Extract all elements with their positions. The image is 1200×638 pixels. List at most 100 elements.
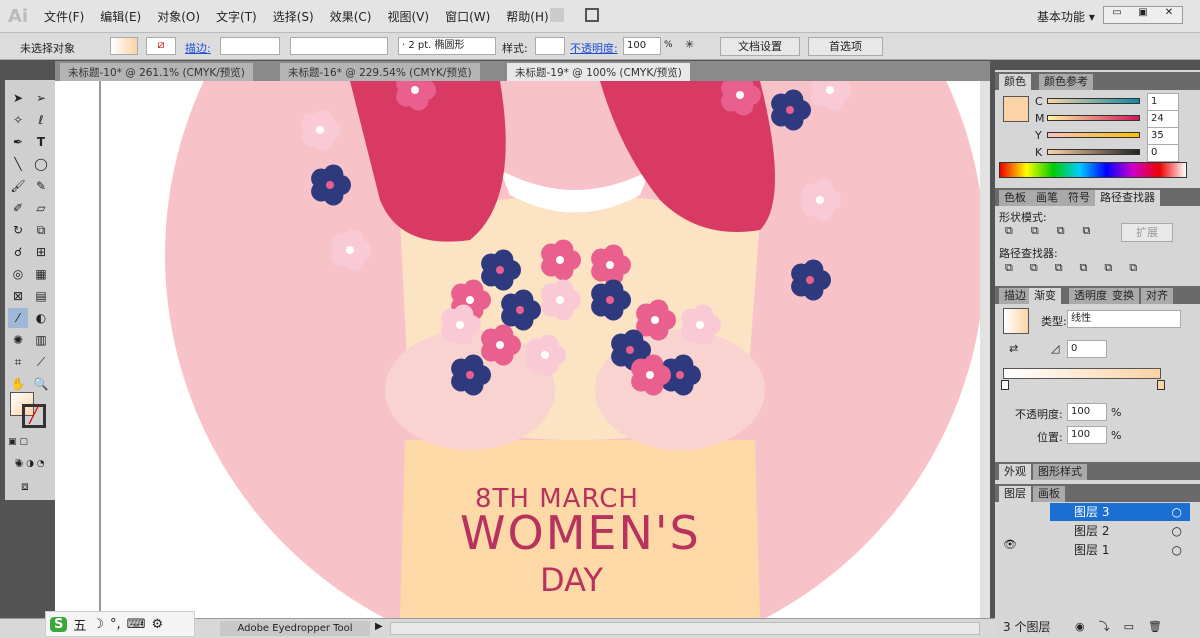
- variable-width-select[interactable]: [290, 37, 388, 55]
- layer-action-icons[interactable]: ◉⤵▭🗑: [1075, 618, 1176, 634]
- menu-view[interactable]: 视图(V): [387, 8, 429, 25]
- style-select[interactable]: [535, 37, 565, 55]
- tab-transform[interactable]: 变换: [1107, 288, 1139, 304]
- layer-row[interactable]: 图层 1 ○: [1050, 541, 1190, 559]
- reverse-gradient-icon[interactable]: ⇄: [1009, 342, 1018, 355]
- menu-edit[interactable]: 编辑(E): [100, 8, 141, 25]
- tab-pathfinder[interactable]: 路径查找器: [1095, 190, 1160, 206]
- eyedropper-tool-icon[interactable]: ⁄: [8, 308, 28, 328]
- bridge-icon[interactable]: [550, 8, 564, 22]
- menu-select[interactable]: 选择(S): [273, 8, 314, 25]
- symbol-sprayer-icon[interactable]: ✺: [8, 330, 28, 350]
- screen-mode-icon[interactable]: ⧈: [15, 476, 35, 496]
- stroke-weight-field[interactable]: [220, 37, 280, 55]
- brush-select[interactable]: · 2 pt. 椭圆形: [398, 37, 496, 55]
- zoom-tool-icon[interactable]: 🔍: [31, 374, 51, 394]
- free-transform-icon[interactable]: ⊞: [31, 242, 51, 262]
- recolor-icon[interactable]: ✳: [685, 38, 694, 51]
- warp-tool-icon[interactable]: ☌: [8, 242, 28, 262]
- direct-selection-tool-icon[interactable]: ➢: [31, 88, 51, 108]
- gradient-tool-icon[interactable]: ▤: [31, 286, 51, 306]
- sogou-icon[interactable]: S: [50, 616, 68, 632]
- tab-appearance[interactable]: 外观: [999, 464, 1031, 480]
- tab-graphic-styles[interactable]: 图形样式: [1033, 464, 1087, 480]
- stroke-swatch[interactable]: ⧄: [146, 37, 176, 55]
- blob-brush-icon[interactable]: ✐: [8, 198, 28, 218]
- tab-layers[interactable]: 图层: [999, 486, 1031, 502]
- target-icon[interactable]: ○: [1172, 522, 1182, 540]
- gradient-slider[interactable]: [1003, 368, 1161, 379]
- rotate-tool-icon[interactable]: ↻: [8, 220, 28, 240]
- menu-object[interactable]: 对象(O): [157, 8, 200, 25]
- gradient-type-select[interactable]: 线性: [1067, 310, 1181, 328]
- tab-color-guide[interactable]: 颜色参考: [1039, 74, 1093, 90]
- layer-row[interactable]: 图层 2 ○: [1050, 522, 1190, 540]
- tab-document-16[interactable]: 未标题-16* @ 229.54% (CMYK/预览): [280, 63, 480, 81]
- m-value[interactable]: 24: [1147, 110, 1179, 128]
- perspective-grid-icon[interactable]: ▦: [31, 264, 51, 284]
- tab-align[interactable]: 对齐: [1141, 288, 1173, 304]
- blend-tool-icon[interactable]: ◐: [31, 308, 51, 328]
- k-slider[interactable]: [1047, 149, 1140, 155]
- minimize-button[interactable]: ▭: [1104, 7, 1130, 23]
- wrench-icon[interactable]: ⚙: [151, 617, 163, 632]
- color-mode-icon[interactable]: ▣ ▢ ⧄: [8, 432, 28, 467]
- tab-artboards[interactable]: 画板: [1033, 486, 1065, 502]
- opacity-label[interactable]: 不透明度:: [570, 40, 618, 56]
- ime-mode[interactable]: 五: [73, 615, 86, 634]
- ellipse-tool-icon[interactable]: ◯: [31, 154, 51, 174]
- stroke-label[interactable]: 描边:: [185, 40, 211, 56]
- slice-tool-icon[interactable]: ⟋: [31, 352, 51, 372]
- pencil-tool-icon[interactable]: ✎: [31, 176, 51, 196]
- horizontal-scrollbar[interactable]: [390, 622, 980, 635]
- preferences-button[interactable]: 首选项: [808, 37, 883, 56]
- tab-document-10[interactable]: 未标题-10* @ 261.1% (CMYK/预览): [60, 63, 253, 81]
- m-slider[interactable]: [1047, 115, 1140, 121]
- target-icon[interactable]: ○: [1172, 541, 1182, 559]
- layer-row[interactable]: 图层 3 ○: [1050, 503, 1190, 521]
- gradient-stop-end[interactable]: [1157, 380, 1165, 390]
- visibility-eye-icon[interactable]: 👁: [1003, 538, 1017, 551]
- menu-window[interactable]: 窗口(W): [445, 8, 490, 25]
- menu-effect[interactable]: 效果(C): [330, 8, 372, 25]
- expand-button[interactable]: 扩展: [1121, 223, 1173, 242]
- type-tool-icon[interactable]: T: [31, 132, 51, 152]
- fill-swatch[interactable]: [110, 37, 138, 55]
- shape-builder-icon[interactable]: ◎: [8, 264, 28, 284]
- tab-symbols[interactable]: 符号: [1063, 190, 1095, 206]
- hand-tool-icon[interactable]: ✋: [8, 374, 28, 394]
- brush-tool-icon[interactable]: 🖌: [8, 176, 28, 196]
- selection-tool-icon[interactable]: ➤: [8, 88, 28, 108]
- menu-help[interactable]: 帮助(H): [506, 8, 548, 25]
- y-slider[interactable]: [1047, 132, 1140, 138]
- canvas[interactable]: 8TH MARCH WOMEN'S DAY: [55, 81, 990, 618]
- draw-mode-icon[interactable]: ◉ ◑ ◔: [8, 454, 52, 474]
- pathfinder-icons[interactable]: ⧉⧉⧉⧉⧉⧉: [1005, 261, 1154, 275]
- tab-swatches[interactable]: 色板: [999, 190, 1031, 206]
- tab-stroke[interactable]: 描边: [999, 288, 1031, 304]
- artboard-tool-icon[interactable]: ⌗: [8, 352, 28, 372]
- tab-brushes[interactable]: 画笔: [1031, 190, 1063, 206]
- lasso-icon[interactable]: ℓ: [31, 110, 51, 130]
- stop-location-field[interactable]: 100: [1067, 426, 1107, 444]
- gradient-preview[interactable]: [1003, 308, 1029, 334]
- fill-color-preview[interactable]: [1003, 96, 1029, 122]
- status-tool[interactable]: Adobe Eyedropper Tool: [220, 621, 370, 636]
- pen-tool-icon[interactable]: ✒: [8, 132, 28, 152]
- menu-file[interactable]: 文件(F): [44, 8, 84, 25]
- c-value[interactable]: 1: [1147, 93, 1179, 111]
- opacity-field[interactable]: 100: [623, 37, 661, 55]
- gradient-angle-field[interactable]: 0: [1067, 340, 1107, 358]
- mesh-tool-icon[interactable]: ⊠: [8, 286, 28, 306]
- punctuation-icon[interactable]: °,: [110, 617, 121, 632]
- stroke-color-box[interactable]: ╱: [22, 404, 46, 428]
- close-button[interactable]: ✕: [1156, 7, 1182, 23]
- color-spectrum[interactable]: [999, 162, 1187, 178]
- keyboard-icon[interactable]: ⌨: [127, 617, 146, 632]
- document-setup-button[interactable]: 文档设置: [720, 37, 800, 56]
- magic-wand-icon[interactable]: ✧: [8, 110, 28, 130]
- gradient-stop-start[interactable]: [1001, 380, 1009, 390]
- tab-color[interactable]: 颜色: [999, 74, 1031, 90]
- target-icon[interactable]: ○: [1172, 503, 1182, 521]
- restore-button[interactable]: ▣: [1130, 7, 1156, 23]
